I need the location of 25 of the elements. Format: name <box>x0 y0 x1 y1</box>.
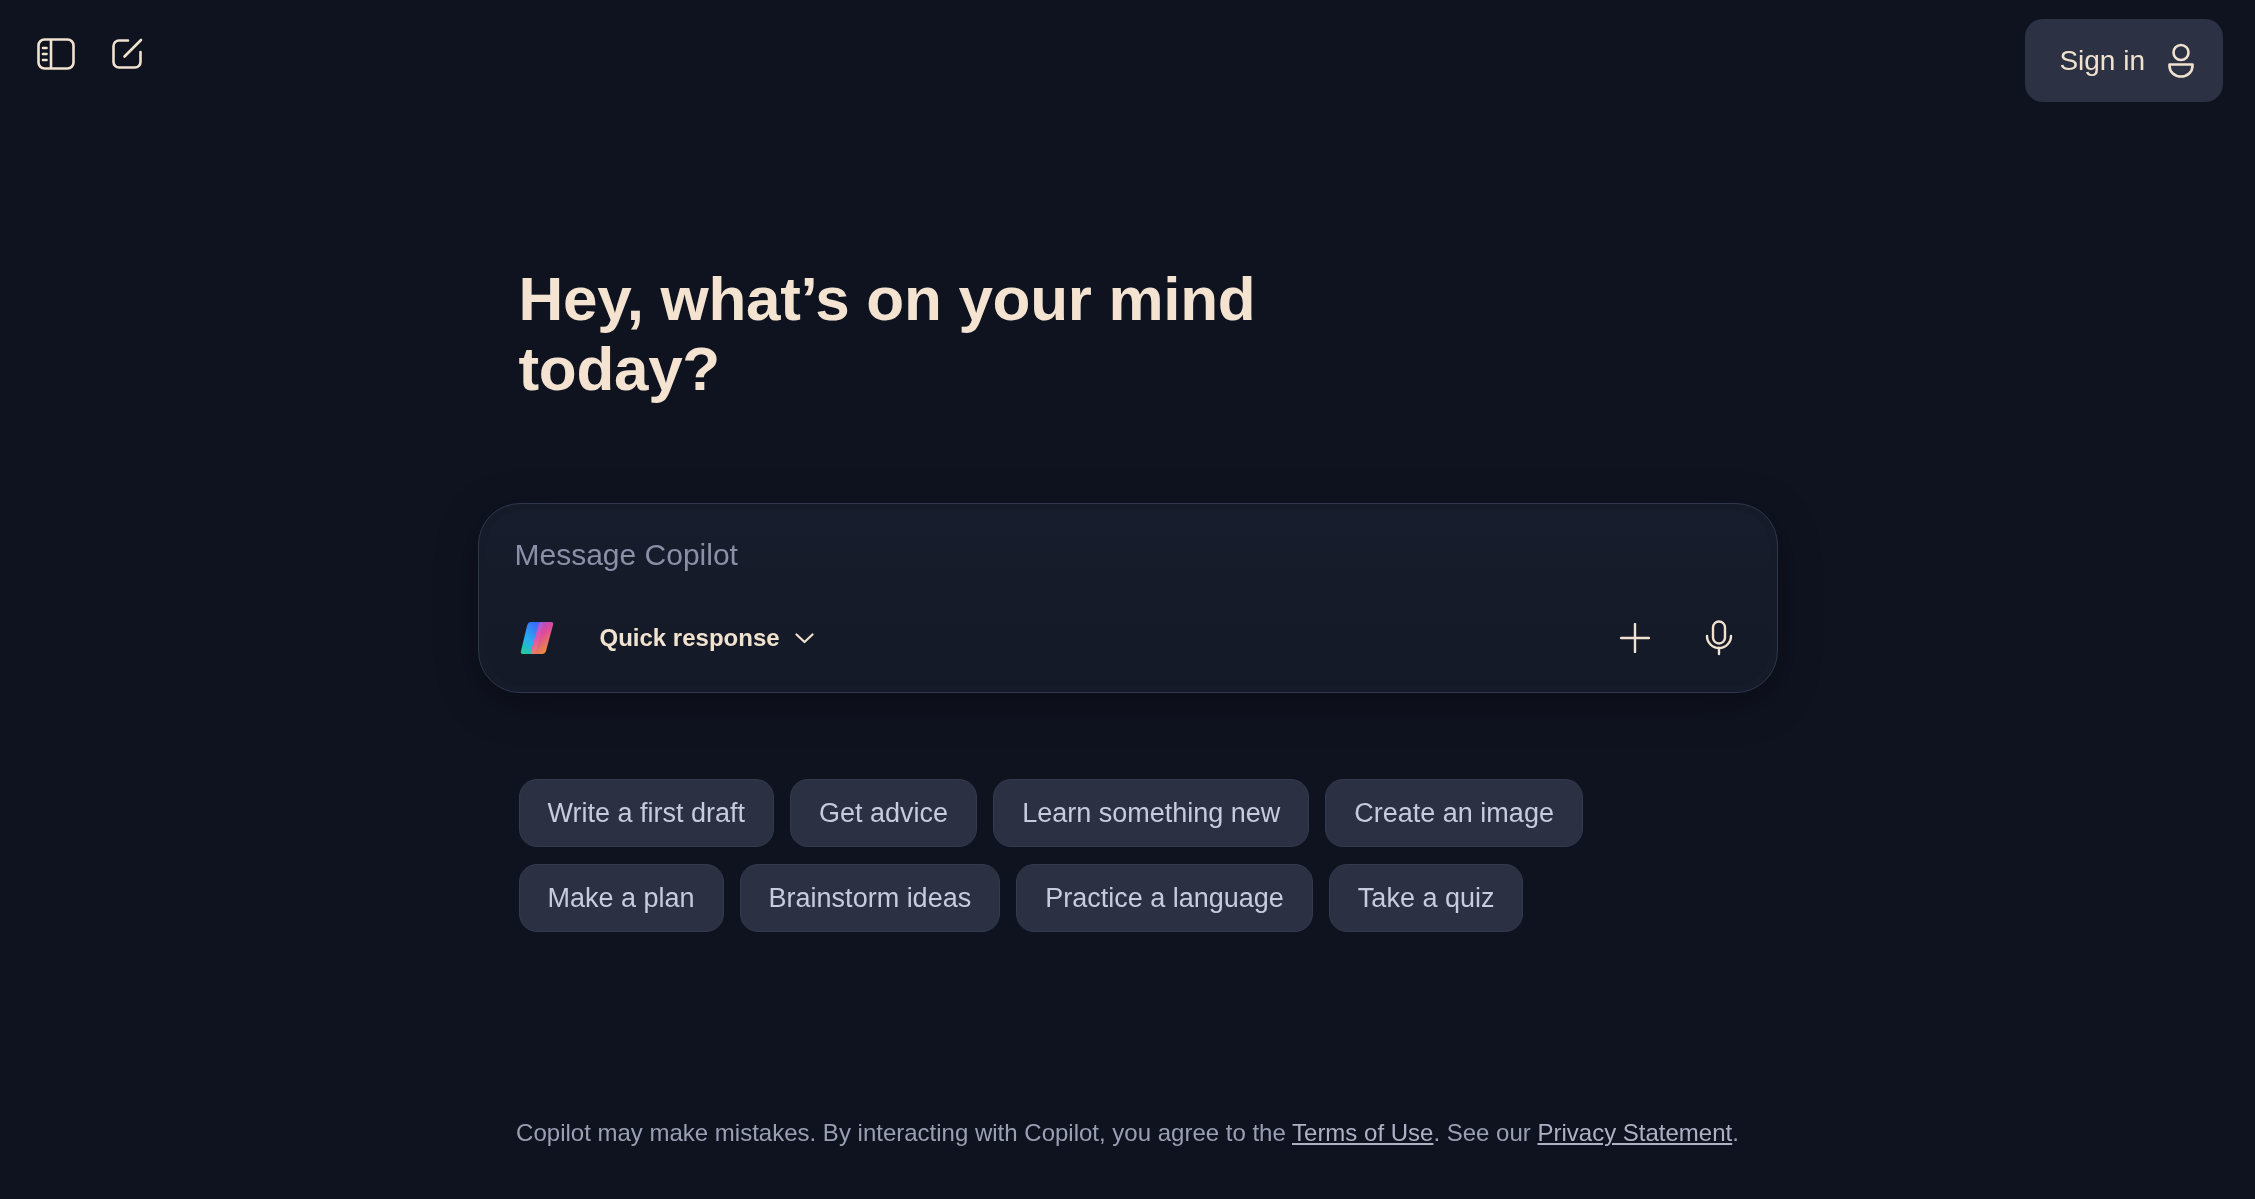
suggestion-chip[interactable]: Practice a language <box>1016 864 1313 932</box>
suggestion-chip[interactable]: Learn something new <box>993 779 1310 847</box>
suggestion-chip[interactable]: Create an image <box>1325 779 1583 847</box>
response-mode-dropdown[interactable]: Quick response <box>599 616 814 660</box>
greeting-heading: Hey, what’s on your mind today? <box>517 264 1257 404</box>
new-chat-button[interactable] <box>111 38 143 70</box>
legal-link[interactable]: Privacy Statement <box>1537 1119 1733 1146</box>
add-button[interactable] <box>1619 623 1650 653</box>
sidebar-icon <box>37 38 75 70</box>
sidebar-toggle-button[interactable] <box>37 38 75 70</box>
message-input[interactable]: Message Copilot <box>514 530 1737 580</box>
suggestion-chip[interactable]: Brainstorm ideas <box>739 864 1001 932</box>
microphone-icon <box>1704 620 1733 656</box>
suggestion-chip[interactable]: Write a first draft <box>518 779 775 847</box>
suggestion-chip[interactable]: Make a plan <box>518 864 724 932</box>
sign-in-button[interactable]: Sign in <box>2025 19 2223 102</box>
compose-icon <box>111 38 143 70</box>
microphone-button[interactable] <box>1704 620 1733 656</box>
disclaimer-text: Copilot may make mistakes. By interacting with Copilot, you agree to the Terms of Use. See our Privacy Statement. <box>515 1118 1740 1148</box>
caret-icon <box>794 632 814 644</box>
user-icon <box>2167 42 2195 79</box>
suggestion-chip[interactable]: Take a quiz <box>1328 864 1524 932</box>
plus-icon <box>1619 623 1650 653</box>
suggestion-chip[interactable]: Get advice <box>790 779 978 847</box>
legal-link[interactable]: Terms of Use <box>1292 1119 1434 1146</box>
